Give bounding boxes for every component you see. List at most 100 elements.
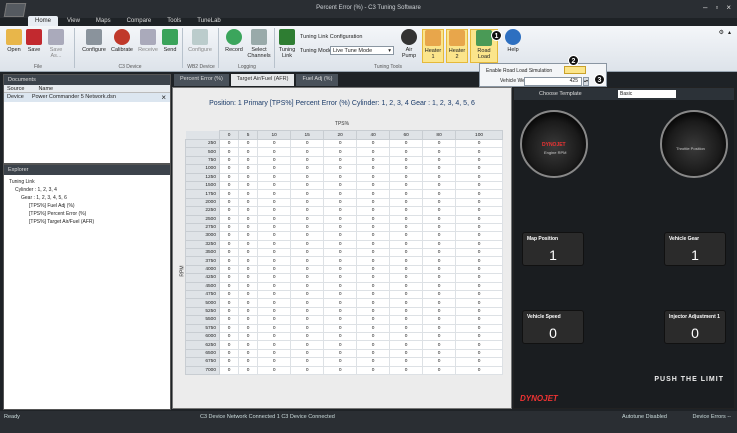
map-cell[interactable]: 0	[238, 172, 259, 182]
map-cell[interactable]: 0	[218, 331, 240, 342]
map-cell[interactable]: 0	[218, 206, 240, 216]
map-cell[interactable]: 0	[422, 248, 457, 258]
map-cell[interactable]: 0	[323, 248, 358, 258]
map-cell[interactable]: 0	[356, 290, 391, 300]
map-cell[interactable]: 0	[422, 155, 457, 166]
map-cell[interactable]: 0	[290, 164, 325, 174]
map-cell[interactable]: 0	[455, 138, 503, 149]
map-cell[interactable]: 0	[323, 264, 358, 275]
map-cell[interactable]: 0	[389, 172, 424, 182]
heater1-button[interactable]: Heater 1	[422, 29, 444, 63]
map-cell[interactable]: 0	[422, 273, 457, 283]
map-cell[interactable]: 0	[389, 298, 424, 308]
map-cell[interactable]: 0	[422, 264, 457, 275]
map-cell[interactable]: 0	[389, 231, 424, 241]
map-cell[interactable]: 0	[455, 290, 503, 300]
map-cell[interactable]: 0	[257, 138, 292, 149]
map-cell[interactable]: 0	[323, 155, 358, 166]
map-cell[interactable]: 0	[218, 197, 240, 208]
map-cell[interactable]: 0	[455, 180, 503, 191]
tuning-mode-select[interactable]: Live Tune Mode ▾	[330, 46, 394, 55]
help-button[interactable]: Help	[504, 29, 522, 53]
record-button[interactable]: Record	[222, 29, 246, 53]
map-cell[interactable]: 0	[455, 256, 503, 266]
map-cell[interactable]: 0	[323, 222, 358, 233]
map-cell[interactable]: 0	[389, 248, 424, 258]
map-cell[interactable]: 0	[218, 180, 240, 191]
map-cell[interactable]: 0	[218, 323, 240, 334]
map-cell[interactable]: 0	[356, 306, 391, 317]
map-cell[interactable]: 0	[356, 273, 391, 283]
map-cell[interactable]: 0	[389, 239, 424, 250]
map-cell[interactable]: 0	[257, 222, 292, 233]
map-cell[interactable]: 0	[238, 264, 259, 275]
vehicle-weight-input[interactable]: 425	[524, 77, 582, 86]
map-cell[interactable]: 0	[290, 264, 325, 275]
map-cell[interactable]: 0	[218, 222, 240, 233]
map-cell[interactable]: 0	[356, 172, 391, 182]
enable-road-load-toggle[interactable]	[564, 66, 586, 74]
map-cell[interactable]: 0	[356, 180, 391, 191]
save-button[interactable]: Save	[24, 29, 44, 53]
open-button[interactable]: Open	[4, 29, 24, 53]
map-cell[interactable]: 0	[218, 306, 240, 317]
map-cell[interactable]: 0	[218, 340, 240, 350]
map-cell[interactable]: 0	[323, 331, 358, 342]
map-cell[interactable]: 0	[290, 248, 325, 258]
map-cell[interactable]: 0	[257, 306, 292, 317]
map-cell[interactable]: 0	[238, 348, 259, 359]
map-cell[interactable]: 0	[356, 214, 391, 224]
map-cell[interactable]: 0	[422, 357, 457, 367]
map-cell[interactable]: 0	[389, 306, 424, 317]
map-cell[interactable]: 0	[422, 239, 457, 250]
map-cell[interactable]: 0	[455, 206, 503, 216]
map-cell[interactable]: 0	[389, 256, 424, 266]
map-cell[interactable]: 0	[218, 264, 240, 275]
map-cell[interactable]: 0	[323, 315, 358, 325]
map-cell[interactable]: 0	[455, 264, 503, 275]
map-cell[interactable]: 0	[290, 357, 325, 367]
map-cell[interactable]: 0	[238, 290, 259, 300]
map-cell[interactable]: 0	[455, 365, 503, 375]
map-cell[interactable]: 0	[356, 365, 391, 375]
map-cell[interactable]: 0	[389, 206, 424, 216]
select-channels-button[interactable]: Select Channels	[246, 29, 272, 59]
map-cell[interactable]: 0	[389, 323, 424, 334]
map-cell[interactable]: 0	[323, 256, 358, 266]
tab-compare[interactable]: Compare	[120, 16, 159, 26]
map-cell[interactable]: 0	[290, 298, 325, 308]
map-cell[interactable]: 0	[455, 348, 503, 359]
map-cell[interactable]: 0	[238, 147, 259, 157]
map-cell[interactable]: 0	[389, 264, 424, 275]
map-cell[interactable]: 0	[257, 315, 292, 325]
map-cell[interactable]: 0	[238, 206, 259, 216]
map-cell[interactable]: 0	[290, 180, 325, 191]
map-cell[interactable]: 0	[356, 298, 391, 308]
map-cell[interactable]: 0	[422, 138, 457, 149]
map-cell[interactable]: 0	[238, 239, 259, 250]
map-cell[interactable]: 0	[323, 147, 358, 157]
map-cell[interactable]: 0	[257, 147, 292, 157]
map-cell[interactable]: 0	[422, 197, 457, 208]
map-cell[interactable]: 0	[218, 273, 240, 283]
map-cell[interactable]: 0	[238, 357, 259, 367]
map-cell[interactable]: 0	[218, 248, 240, 258]
map-cell[interactable]: 0	[290, 340, 325, 350]
map-cell[interactable]: 0	[290, 331, 325, 342]
map-cell[interactable]: 0	[356, 164, 391, 174]
map-cell[interactable]: 0	[422, 323, 457, 334]
map-cell[interactable]: 0	[323, 138, 358, 149]
map-cell[interactable]: 0	[257, 323, 292, 334]
map-cell[interactable]: 0	[356, 138, 391, 149]
map-cell[interactable]: 0	[323, 290, 358, 300]
map-cell[interactable]: 0	[422, 331, 457, 342]
map-cell[interactable]: 0	[389, 340, 424, 350]
map-cell[interactable]: 0	[422, 340, 457, 350]
map-cell[interactable]: 0	[238, 231, 259, 241]
map-cell[interactable]: 0	[422, 222, 457, 233]
map-cell[interactable]: 0	[356, 206, 391, 216]
map-cell[interactable]: 0	[290, 197, 325, 208]
minimize-icon[interactable]: –	[703, 3, 707, 12]
tab-tunelab[interactable]: TuneLab	[190, 16, 227, 26]
map-cell[interactable]: 0	[257, 281, 292, 292]
